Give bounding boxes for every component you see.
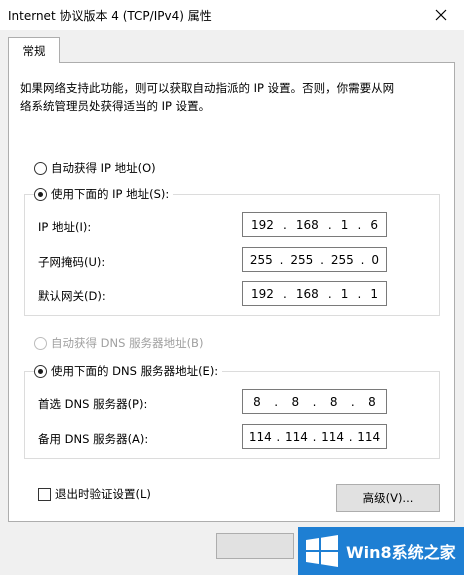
tab-general[interactable]: 常规 (8, 37, 60, 63)
validate-on-exit-checkbox[interactable]: 退出时验证设置(L) (38, 486, 151, 502)
dot: . (357, 286, 362, 301)
windows-logo-icon (306, 535, 338, 567)
advanced-button[interactable]: 高级(V)... (336, 484, 440, 512)
dot: . (279, 252, 284, 267)
octet: 8 (253, 394, 261, 409)
radio-circle (34, 161, 47, 175)
dot: . (360, 252, 365, 267)
manual-dns-radio[interactable]: 使用下面的 DNS 服务器地址(E): (34, 363, 223, 379)
window-title: Internet 协议版本 4 (TCP/IPv4) 属性 (8, 9, 212, 23)
dot: . (320, 252, 324, 267)
dot: . (282, 286, 287, 301)
dot: . (327, 217, 332, 232)
ip-address-label: IP 地址(I): (38, 220, 92, 234)
close-button[interactable] (418, 0, 464, 30)
dot: . (350, 394, 355, 409)
dot: . (357, 217, 362, 232)
manual-ip-label: 使用下面的 IP 地址(S): (51, 187, 170, 201)
validate-on-exit-label: 退出时验证设置(L) (55, 487, 151, 501)
subnet-mask-input[interactable]: 255. 255. 255. 0 (242, 247, 387, 272)
radio-circle-checked (34, 364, 47, 378)
alternate-dns-label: 备用 DNS 服务器(A): (38, 432, 149, 446)
dot: . (274, 394, 279, 409)
octet: 114 (284, 429, 308, 444)
radio-circle (34, 336, 47, 350)
preferred-dns-input[interactable]: 8. 8. 8. 8 (242, 389, 387, 414)
auto-dns-radio[interactable]: 自动获得 DNS 服务器地址(B) (34, 335, 208, 351)
octet: 255 (330, 252, 354, 267)
dot: . (282, 217, 287, 232)
octet: 8 (368, 394, 376, 409)
watermark-text: Win8系统之家 (346, 543, 456, 562)
octet: 114 (248, 429, 272, 444)
auto-ip-label: 自动获得 IP 地址(O) (51, 161, 156, 175)
dot: . (276, 429, 281, 444)
octet: 114 (321, 429, 345, 444)
manual-dns-label: 使用下面的 DNS 服务器地址(E): (51, 364, 219, 378)
octet: 8 (329, 394, 338, 409)
dot: . (312, 394, 317, 409)
octet: 255 (249, 252, 273, 267)
description-line-1: 如果网络支持此功能，则可以获取自动指派的 IP 设置。否则，你需要从网 (20, 81, 395, 95)
default-gateway-label: 默认网关(D): (38, 289, 106, 303)
octet: 6 (370, 217, 378, 232)
octet: 192 (250, 286, 274, 301)
octet: 1 (340, 286, 349, 301)
close-icon (435, 9, 447, 21)
dot: . (312, 429, 317, 444)
auto-dns-label: 自动获得 DNS 服务器地址(B) (51, 336, 204, 350)
dot: . (327, 286, 332, 301)
octet: 0 (371, 252, 380, 267)
radio-circle-checked (34, 187, 47, 201)
octet: 8 (291, 394, 300, 409)
octet: 168 (295, 286, 319, 301)
default-gateway-input[interactable]: 192. 168. 1. 1 (242, 281, 387, 306)
ok-button[interactable] (216, 533, 294, 559)
octet: 255 (290, 252, 314, 267)
subnet-mask-label: 子网掩码(U): (38, 255, 106, 269)
ip-address-input[interactable]: 192. 168. 1. 6 (242, 212, 387, 237)
octet: 1 (340, 217, 349, 232)
checkbox-box (38, 487, 51, 501)
octet: 114 (357, 429, 381, 444)
watermark: Win8系统之家 (298, 527, 464, 575)
description-line-2: 络系统管理员处获得适当的 IP 设置。 (20, 99, 211, 113)
auto-ip-radio[interactable]: 自动获得 IP 地址(O) (34, 160, 160, 176)
octet: 1 (370, 286, 378, 301)
title-bar: Internet 协议版本 4 (TCP/IPv4) 属性 (0, 0, 464, 30)
alternate-dns-input[interactable]: 114. 114. 114. 114 (242, 424, 387, 449)
octet: 168 (295, 217, 319, 232)
preferred-dns-label: 首选 DNS 服务器(P): (38, 397, 148, 411)
octet: 192 (250, 217, 274, 232)
dot: . (348, 429, 353, 444)
manual-ip-radio[interactable]: 使用下面的 IP 地址(S): (34, 186, 174, 202)
